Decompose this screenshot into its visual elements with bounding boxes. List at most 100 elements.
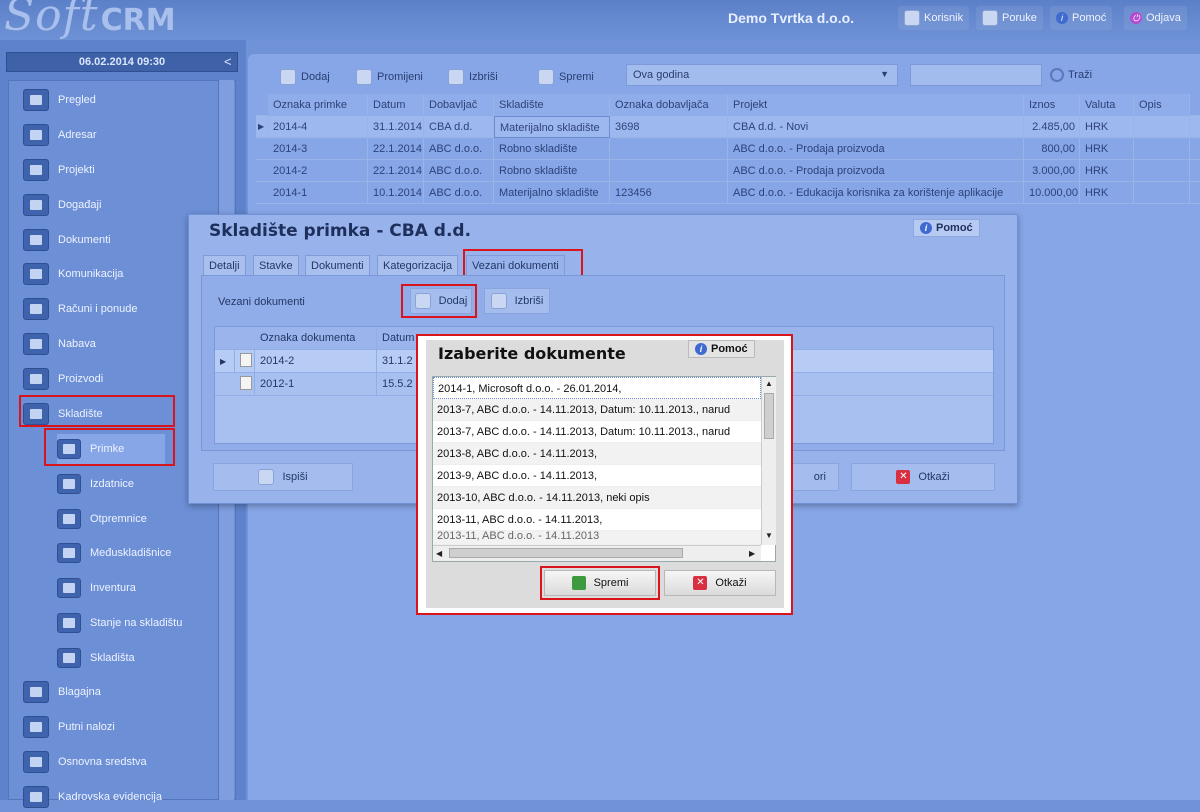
scroll-up-icon[interactable]: ▲ (765, 379, 773, 388)
assets-icon (23, 751, 49, 773)
nav-item-osnovna-sredstva[interactable]: Osnovna sredstva (23, 747, 147, 777)
cell: 2.485,00 (1024, 116, 1080, 138)
tab-stavke[interactable]: Stavke (253, 255, 299, 276)
print-button[interactable]: Ispiši (213, 463, 353, 491)
scroll-down-icon[interactable]: ▼ (765, 531, 773, 540)
doc-cell (235, 373, 255, 396)
tab-dokumenti[interactable]: Dokumenti (305, 255, 370, 276)
column-header[interactable]: Oznaka dokumenta (255, 327, 377, 350)
cell: ABC d.o.o. - Edukacija korisnika za kori… (728, 182, 1024, 204)
nav-item-pregled[interactable]: Pregled (23, 85, 96, 115)
edit-button[interactable]: Promijeni (356, 66, 423, 88)
nav-item-nabava[interactable]: Nabava (23, 329, 96, 359)
cell: 10.000,00 (1024, 182, 1080, 204)
nav-item-blagajna[interactable]: Blagajna (23, 677, 101, 707)
scroll-left-icon[interactable]: ◀ (436, 549, 442, 558)
search-input[interactable] (910, 64, 1042, 86)
add-button[interactable]: Dodaj (280, 66, 330, 88)
table-row[interactable]: 2014-2 22.1.2014 ABC d.o.o. Robno skladi… (256, 160, 1200, 182)
dialog-title: Izaberite dokumente (438, 344, 626, 363)
nav-sub-otpremnice[interactable]: Otpremnice (57, 504, 147, 534)
address-book-icon (23, 124, 49, 146)
column-header[interactable]: Projekt (728, 94, 1024, 116)
search-icon (1050, 68, 1064, 82)
documents-listbox[interactable]: 2014-1, Microsoft d.o.o. - 26.01.2014, 2… (432, 376, 776, 562)
cell (1134, 116, 1190, 138)
company-name: Demo Tvrtka d.o.o. (728, 10, 855, 26)
list-item[interactable]: 2013-7, ABC d.o.o. - 14.11.2013, Datum: … (433, 399, 761, 421)
cell: HRK (1080, 116, 1134, 138)
column-header[interactable]: Datum (368, 94, 424, 116)
cell: ABC d.o.o. - Prodaja proizvoda (728, 138, 1024, 160)
list-item[interactable]: 2014-1, Microsoft d.o.o. - 26.01.2014, (433, 377, 761, 399)
cancel-button[interactable]: ✕ Otkaži (851, 463, 995, 491)
nav-item-adresar[interactable]: Adresar (23, 120, 97, 150)
cell: 31.1.2014 (368, 116, 424, 138)
messages-button[interactable]: Poruke (976, 6, 1043, 30)
dialog-help-button[interactable]: i Pomoć (688, 340, 755, 358)
info-icon: i (920, 222, 932, 234)
delete-icon (448, 69, 464, 85)
user-button[interactable]: Korisnik (898, 6, 970, 30)
list-item[interactable]: 2013-7, ABC d.o.o. - 14.11.2013, Datum: … (433, 421, 761, 443)
nav-item-dokumenti[interactable]: Dokumenti (23, 225, 111, 255)
nav-sub-stanje[interactable]: Stanje na skladištu (57, 608, 182, 638)
list-item[interactable]: 2013-8, ABC d.o.o. - 14.11.2013, (433, 443, 761, 465)
dialog-help-button[interactable]: i Pomoć (913, 219, 980, 237)
tab-detalji[interactable]: Detalji (203, 255, 246, 276)
power-icon: ⏻ (1130, 12, 1142, 24)
period-select[interactable]: Ova godina ▼ (626, 64, 898, 86)
cell: 2014-2 (268, 160, 368, 182)
info-icon: i (1056, 12, 1068, 24)
column-header[interactable]: Opis (1134, 94, 1190, 116)
user-icon (904, 10, 920, 26)
nav-item-kadrovska[interactable]: Kadrovska evidencija (23, 782, 162, 812)
nav-item-komunikacija[interactable]: Komunikacija (23, 259, 123, 289)
list-item[interactable]: 2013-11, ABC d.o.o. - 14.11.2013 (433, 531, 761, 545)
search-button[interactable]: Traži (1050, 64, 1092, 86)
cell: 10.1.2014 (368, 182, 424, 204)
list-item[interactable]: 2013-9, ABC d.o.o. - 14.11.2013, (433, 465, 761, 487)
nav-item-projekti[interactable]: Projekti (23, 155, 95, 185)
column-header[interactable]: Oznaka dobavljača (610, 94, 728, 116)
collapse-sidebar-button[interactable]: < (224, 54, 232, 69)
list-item[interactable]: 2013-10, ABC d.o.o. - 14.11.2013, neki o… (433, 487, 761, 509)
nav-item-putni-nalozi[interactable]: Putni nalozi (23, 712, 115, 742)
app-logo: SoftCRM (4, 0, 176, 41)
nav-sub-izdatnice[interactable]: Izdatnice (57, 469, 134, 499)
horizontal-scrollbar[interactable]: ◀ ▶ (433, 545, 761, 561)
nav-sub-skladista[interactable]: Skladišta (57, 643, 135, 673)
logout-button[interactable]: ⏻ Odjava (1124, 6, 1187, 30)
cancel-button[interactable]: ✕ Otkaži (664, 570, 776, 596)
communication-icon (23, 263, 49, 285)
pdf-icon (240, 353, 252, 367)
vertical-scrollbar[interactable]: ▲ ▼ (761, 377, 776, 545)
scroll-right-icon[interactable]: ▶ (749, 549, 755, 558)
cell (610, 160, 728, 182)
tab-kategorizacija[interactable]: Kategorizacija (377, 255, 459, 276)
help-button[interactable]: i Pomoć (1050, 6, 1113, 30)
hscroll-thumb[interactable] (449, 548, 683, 558)
column-header[interactable]: Valuta (1080, 94, 1134, 116)
table-row[interactable]: ▶ 2014-4 31.1.2014 CBA d.d. Materijalno … (256, 116, 1200, 138)
nav-item-racuni[interactable]: Računi i ponude (23, 294, 138, 324)
nav-sub-inventura[interactable]: Inventura (57, 573, 136, 603)
list-item[interactable]: 2013-11, ABC d.o.o. - 14.11.2013, (433, 509, 761, 531)
delete-button[interactable]: Izbriši (448, 66, 498, 88)
pdf-icon (240, 376, 252, 390)
delete-linked-button[interactable]: Izbriši (484, 288, 550, 314)
section-label: Vezani dokumenti (218, 296, 305, 308)
scroll-thumb[interactable] (764, 393, 774, 439)
table-row[interactable]: 2014-1 10.1.2014 ABC d.o.o. Materijalno … (256, 182, 1200, 204)
column-header[interactable]: Skladište (494, 94, 610, 116)
column-header[interactable]: Oznaka primke (268, 94, 368, 116)
column-header[interactable]: Iznos (1024, 94, 1080, 116)
table-row[interactable]: 2014-3 22.1.2014 ABC d.o.o. Robno skladi… (256, 138, 1200, 160)
column-header[interactable]: Dobavljač (424, 94, 494, 116)
inventory-icon (57, 578, 81, 598)
nav-item-dogadaji[interactable]: Događaji (23, 190, 101, 220)
nav-sub-meduskladisnice[interactable]: Međuskladišnice (57, 538, 171, 568)
save-button[interactable]: Spremi (538, 66, 594, 88)
row-selector-icon: ▶ (215, 350, 235, 373)
nav-item-proizvodi[interactable]: Proizvodi (23, 364, 103, 394)
